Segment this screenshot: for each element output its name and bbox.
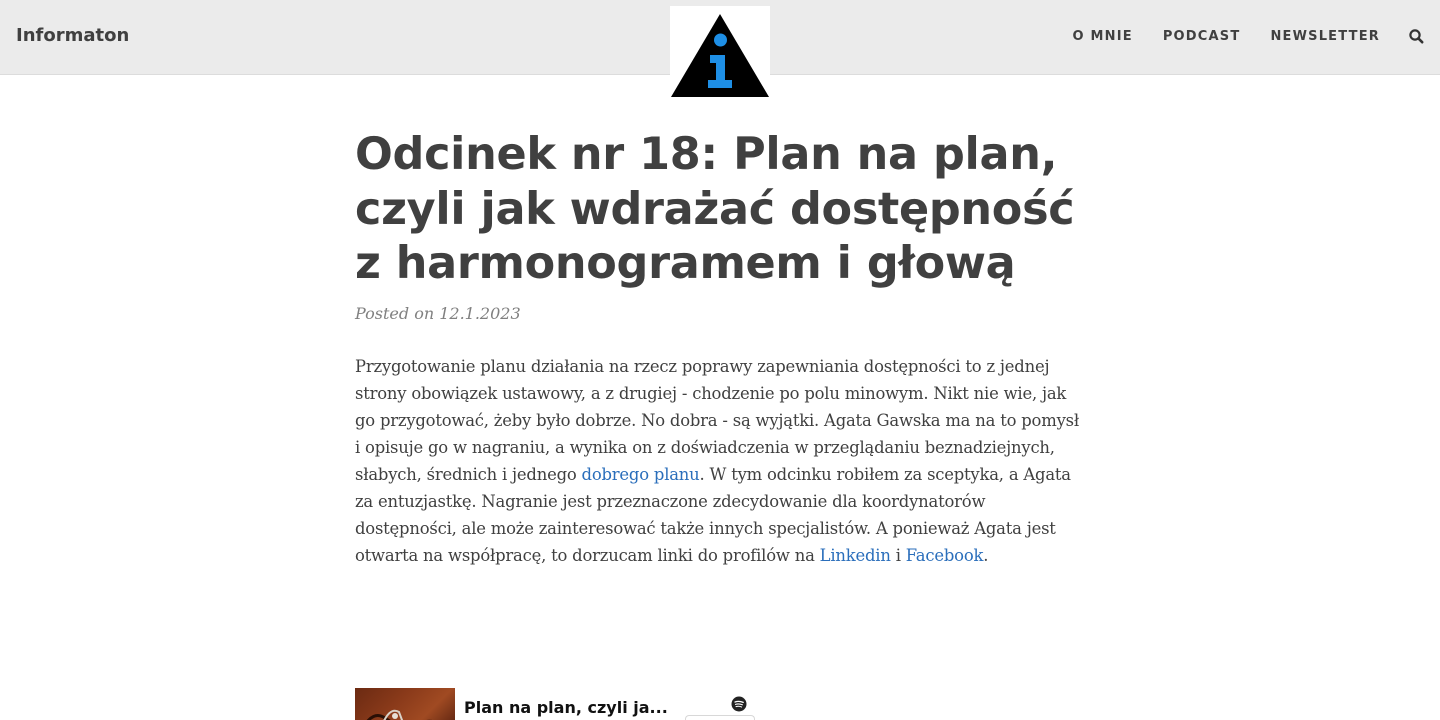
spotify-embed[interactable]: Plan na plan, czyli ja...: [355, 688, 755, 720]
nav-item-newsletter[interactable]: NEWSLETTER: [1270, 29, 1380, 44]
nav-item-podcast[interactable]: PODCAST: [1163, 29, 1241, 44]
post-date: Posted on 12.1.2023: [355, 303, 521, 323]
post-paragraph: Przygotowanie planu działania na rzecz p…: [355, 353, 1080, 569]
main-nav: O MNIE PODCAST NEWSLETTER: [1073, 29, 1380, 44]
post-text-segment: i: [890, 545, 906, 565]
embed-control-outline: [685, 715, 755, 720]
post-article: Odcinek nr 18: Plan na plan, czyli jak w…: [355, 128, 1080, 585]
site-title-link[interactable]: Informaton: [16, 25, 129, 46]
link-linkedin[interactable]: Linkedin: [820, 546, 891, 565]
post-text-segment: .: [983, 545, 989, 565]
episode-cover-image: [355, 688, 455, 720]
info-triangle-logo-icon[interactable]: [670, 6, 770, 98]
link-facebook[interactable]: Facebook: [906, 546, 984, 565]
link-dobrego-planu[interactable]: dobrego planu: [582, 465, 700, 484]
nav-item-o-mnie[interactable]: O MNIE: [1073, 29, 1133, 44]
search-icon[interactable]: [1408, 28, 1426, 46]
spotify-icon[interactable]: [731, 696, 747, 712]
embed-episode-title[interactable]: Plan na plan, czyli ja...: [464, 698, 668, 717]
post-title: Odcinek nr 18: Plan na plan, czyli jak w…: [355, 129, 1075, 289]
